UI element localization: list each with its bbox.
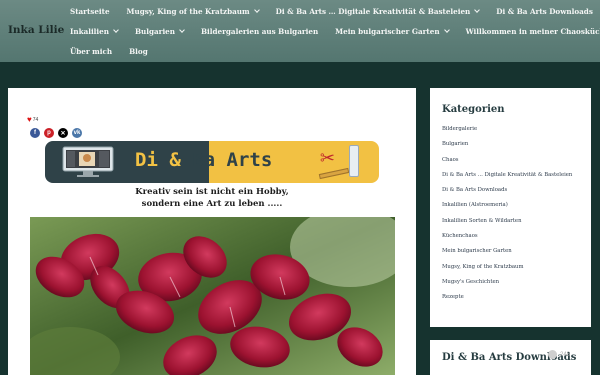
monitor-icon: [62, 146, 114, 177]
di-ba-arts-banner: ✂ Di & Ba Arts: [45, 141, 379, 183]
categories-title: Kategorien: [442, 104, 505, 115]
chevron-down-icon: [474, 7, 481, 13]
category-link[interactable]: Mein bulgarischer Garten: [442, 248, 584, 256]
downloads-widget: Di & Ba Arts Downloads 248: [430, 340, 591, 375]
category-link[interactable]: Küchenchaos: [442, 233, 584, 241]
counter-icon: [548, 350, 557, 359]
vk-icon[interactable]: vk: [72, 128, 82, 138]
nav-item-garten[interactable]: Mein bulgarischer Garten: [335, 25, 450, 37]
category-link[interactable]: Mugsy, King of the Kratzbaum: [442, 264, 584, 272]
share-bar: f p ✕ vk: [30, 128, 86, 138]
main-content: ♥ 74 f p ✕ vk ✂ Di & Ba Arts Kreativ sei…: [8, 88, 416, 375]
flower-image: [30, 217, 395, 375]
downloads-badge: 248: [548, 350, 570, 359]
category-link[interactable]: Inkalilien Sorten & Wildarten: [442, 218, 584, 226]
nav-item-blog[interactable]: Blog: [129, 45, 148, 57]
nav-item-di-ba-arts[interactable]: Di & Ba Arts … Digitale Kreativität & Ba…: [276, 5, 481, 17]
main-nav-row-1: Startseite Mugsy, King of the Kratzbaum …: [70, 5, 600, 17]
facebook-icon[interactable]: f: [30, 128, 40, 138]
category-link[interactable]: Bildergalerie: [442, 126, 584, 134]
nav-item-chaoskueche[interactable]: Willkommen in meiner Chaosküche: [466, 25, 600, 37]
tagline-line-2: sondern eine Art zu leben .....: [141, 199, 283, 209]
category-link[interactable]: Mugsy's Geschichten: [442, 279, 584, 287]
site-title[interactable]: Inka Lilie: [8, 24, 64, 36]
x-icon[interactable]: ✕: [58, 128, 68, 138]
like-count: 74: [32, 116, 39, 123]
banner-title: Di & Ba Arts: [135, 149, 273, 171]
categories-widget: Kategorien Bildergalerie Bulgarien Chaos…: [430, 88, 591, 327]
chevron-down-icon: [253, 7, 260, 13]
category-link[interactable]: Di & Ba Arts Downloads: [442, 187, 584, 195]
nav-item-bulgarien[interactable]: Bulgarien: [135, 25, 185, 37]
site-header: Inka Lilie Startseite Mugsy, King of the…: [0, 0, 600, 62]
nav-item-ueber-mich[interactable]: Über mich: [70, 45, 112, 57]
heart-icon: ♥: [27, 115, 32, 124]
like-button[interactable]: ♥ 74: [27, 115, 38, 124]
category-link[interactable]: Di & Ba Arts … Digitale Kreativität & Ba…: [442, 172, 584, 180]
category-link[interactable]: Inkalilien (Alstroemeria): [442, 202, 584, 210]
glue-icon: [349, 145, 359, 177]
tagline-line-1: Kreativ sein ist nicht ein Hobby,: [135, 187, 289, 197]
main-nav-row-2: Inkalilien Bulgarien Bildergalerien aus …: [70, 25, 600, 37]
chevron-down-icon: [443, 27, 450, 33]
category-link[interactable]: Bulgarien: [442, 141, 584, 149]
category-link[interactable]: Chaos: [442, 157, 584, 165]
alstroemeria-photo: [30, 217, 395, 375]
nav-item-inkalilien[interactable]: Inkalilien: [70, 25, 119, 37]
scissors-icon: ✂: [319, 148, 335, 168]
chevron-down-icon: [113, 27, 119, 33]
nav-item-downloads[interactable]: Di & Ba Arts Downloads: [496, 5, 593, 17]
pinterest-icon[interactable]: p: [44, 128, 54, 138]
category-link[interactable]: Rezepte: [442, 294, 584, 302]
nav-item-mugsy[interactable]: Mugsy, King of the Kratzbaum: [127, 5, 260, 17]
ruler-icon: [318, 167, 350, 180]
main-nav-row-3: Über mich Blog: [70, 45, 165, 57]
nav-item-startseite[interactable]: Startseite: [70, 5, 110, 17]
chevron-down-icon: [179, 27, 185, 33]
nav-item-bildergalerien[interactable]: Bildergalerien aus Bulgarien: [201, 25, 318, 37]
categories-list: Bildergalerie Bulgarien Chaos Di & Ba Ar…: [442, 126, 584, 310]
